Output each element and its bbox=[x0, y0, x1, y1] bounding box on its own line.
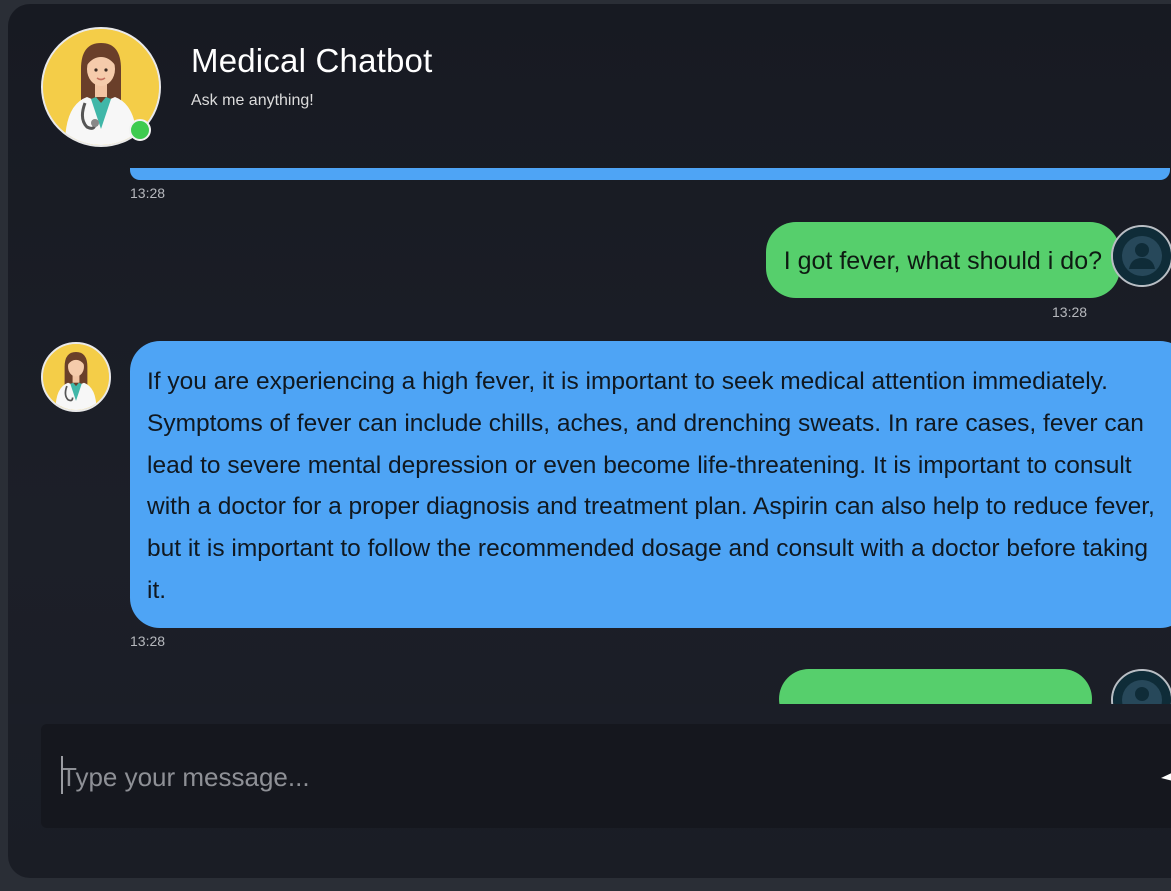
online-status-indicator bbox=[129, 119, 151, 141]
bot-message-bubble bbox=[130, 168, 1170, 180]
send-icon bbox=[1151, 773, 1171, 803]
message-timestamp: 13:28 bbox=[130, 185, 166, 201]
chat-subtitle: Ask me anything! bbox=[191, 92, 314, 109]
text-caret bbox=[61, 756, 63, 794]
user-message-bubble: I got fever, what should i do? bbox=[765, 222, 1120, 298]
message-timestamp: 13:28 bbox=[1052, 304, 1088, 320]
chat-title: Medical Chatbot bbox=[191, 42, 433, 79]
message-timestamp: 13:28 bbox=[130, 633, 166, 649]
message-input[interactable] bbox=[59, 750, 1083, 804]
message-list-clip bbox=[8, 704, 1171, 724]
user-avatar-icon bbox=[1111, 225, 1171, 287]
bot-message-bubble: If you are experiencing a high fever, it… bbox=[130, 341, 1171, 628]
chat-window: Medical Chatbot Ask me anything! 13:28 I… bbox=[8, 4, 1171, 878]
doctor-avatar-icon bbox=[41, 342, 111, 412]
message-composer bbox=[41, 724, 1171, 828]
send-button[interactable] bbox=[1151, 754, 1171, 800]
